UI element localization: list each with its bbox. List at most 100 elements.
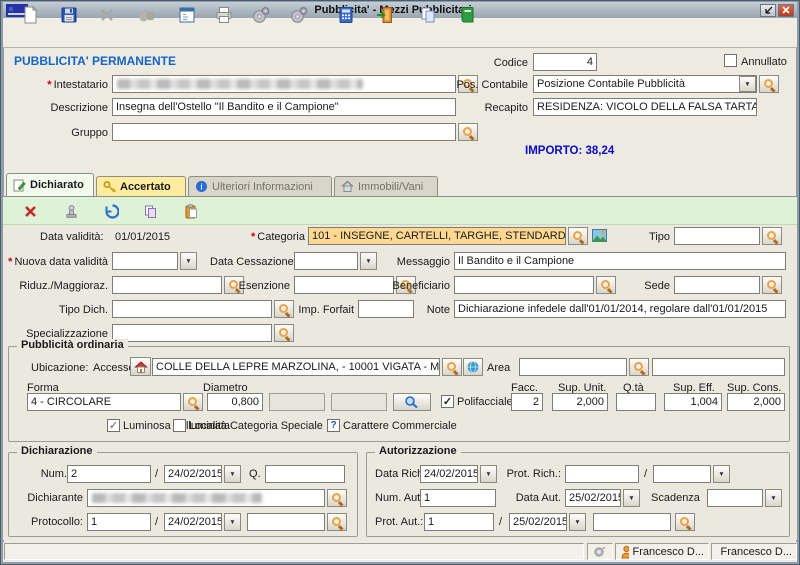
ubicazione-lookup-button[interactable] [442, 358, 462, 376]
delete-icon[interactable] [95, 3, 119, 27]
security-icon[interactable] [455, 3, 479, 27]
polifacciale-checkbox[interactable] [441, 395, 454, 408]
luminosa-checkbox[interactable] [107, 419, 120, 432]
pos-contabile-combo[interactable]: Posizione Contabile Pubblicità [533, 75, 757, 93]
sup-cons-field[interactable]: 2,000 [727, 393, 785, 411]
accesso-house-button[interactable] [130, 357, 151, 376]
num-field[interactable]: 2 [67, 465, 151, 483]
tab-immobili-vani[interactable]: Immobili/Vani [334, 176, 438, 196]
utility-disc-2-icon[interactable] [287, 3, 311, 27]
forma-field[interactable]: 4 - CIRCOLARE [27, 393, 181, 411]
categoria-image-icon[interactable] [592, 229, 607, 242]
protocollo-lookup-button[interactable] [327, 513, 347, 531]
new-record-icon[interactable] [18, 3, 42, 27]
stamp-icon[interactable] [63, 203, 79, 219]
beneficiario-field[interactable] [454, 276, 594, 294]
undo-icon[interactable] [103, 203, 119, 219]
pos-contabile-lookup-button[interactable] [759, 75, 779, 93]
save-icon[interactable] [57, 3, 81, 27]
scadenza-field[interactable] [707, 489, 763, 507]
beneficiario-lookup-button[interactable] [596, 276, 616, 294]
status-user-panel-2[interactable]: i Francesco D... [711, 543, 797, 560]
qta-field[interactable] [616, 393, 656, 411]
status-user-panel-1[interactable]: Francesco D... [615, 543, 709, 560]
tab-ulteriori-informazioni[interactable]: i Ulteriori Informazioni [188, 176, 332, 196]
exit-icon[interactable] [373, 3, 397, 27]
gruppo-lookup-button[interactable] [458, 123, 478, 141]
prot-aut-date-field[interactable]: 25/02/2015 [509, 513, 567, 531]
num-date-field[interactable]: 24/02/2015 [164, 465, 222, 483]
find-icon[interactable] [135, 3, 159, 27]
protocollo-date-field[interactable]: 24/02/2015 [164, 513, 222, 531]
tipo-field[interactable] [674, 227, 760, 245]
dichiarante-field[interactable] [87, 489, 325, 507]
specializzazione-lookup-button[interactable] [274, 324, 294, 342]
map-globe-button[interactable] [463, 358, 483, 376]
sup-eff-field[interactable]: 1,004 [664, 393, 722, 411]
sup-unit-field[interactable]: 2,000 [552, 393, 608, 411]
prot-aut-lookup-button[interactable] [675, 513, 695, 531]
localita-checkbox[interactable] [173, 419, 186, 432]
tipo-lookup-button[interactable] [762, 227, 782, 245]
descrizione-field[interactable]: Insegna dell'Ostello "Il Bandito e il Ca… [112, 98, 456, 116]
messaggio-field[interactable]: Il Bandito e il Campione [454, 252, 786, 270]
close-button[interactable] [778, 4, 794, 17]
gruppo-field[interactable] [112, 123, 456, 141]
prot-aut-field[interactable]: 1 [424, 513, 494, 531]
delete-row-icon[interactable] [22, 203, 38, 219]
prot-aut-extra-field[interactable] [593, 513, 671, 531]
prot-rich-dropdown-button[interactable] [713, 465, 730, 483]
copy-pages-icon[interactable] [142, 203, 158, 219]
imp-forfait-field[interactable] [358, 300, 414, 318]
q-field[interactable] [265, 465, 345, 483]
data-aut-field[interactable]: 25/02/2015 [565, 489, 621, 507]
restore-button[interactable] [760, 4, 776, 17]
protocollo-date-dropdown-button[interactable] [224, 513, 241, 531]
nuova-data-field[interactable] [112, 252, 178, 270]
note-field[interactable]: Dichiarazione infedele dall'01/01/2014, … [454, 300, 786, 318]
diametro-field[interactable]: 0,800 [207, 393, 263, 411]
sede-lookup-button[interactable] [762, 276, 782, 294]
pos-contabile-dropdown-button[interactable] [739, 76, 756, 92]
categoria-lookup-button[interactable] [568, 227, 588, 245]
zoom-detail-button[interactable] [393, 393, 431, 411]
carattere-commerciale-checkbox[interactable] [327, 419, 340, 432]
data-rich-field[interactable]: 24/02/2015 [420, 465, 478, 483]
paste-icon[interactable] [183, 203, 199, 219]
annullato-checkbox[interactable] [724, 54, 737, 67]
protocollo-extra-field[interactable] [247, 513, 325, 531]
scadenza-dropdown-button[interactable] [765, 489, 782, 507]
nuova-data-dropdown-button[interactable] [180, 252, 197, 270]
utility-disc-1-icon[interactable] [249, 3, 273, 27]
tab-dichiarato[interactable]: Dichiarato [6, 173, 94, 196]
calculator-icon[interactable] [334, 3, 358, 27]
categoria-field[interactable]: 101 - INSEGNE, CARTELLI, TARGHE, STENDAR… [308, 227, 566, 245]
area-description-field[interactable] [652, 358, 785, 376]
copy-record-icon[interactable] [416, 3, 440, 27]
facc-field[interactable]: 2 [511, 393, 543, 411]
prot-rich-date-field[interactable] [653, 465, 711, 483]
intestatario-field[interactable] [112, 75, 456, 93]
sede-field[interactable] [674, 276, 760, 294]
area-field[interactable] [519, 358, 627, 376]
specializzazione-field[interactable] [112, 324, 272, 342]
data-cessazione-dropdown-button[interactable] [360, 252, 377, 270]
recapito-field[interactable]: RESIDENZA: VICOLO DELLA FALSA TARTARUGA,… [533, 98, 757, 116]
data-cessazione-field[interactable] [294, 252, 358, 270]
area-lookup-button[interactable] [629, 358, 649, 376]
ubicazione-field[interactable]: COLLE DELLA LEPRE MARZOLINA, - 10001 VIG… [152, 358, 440, 376]
protocollo-field[interactable]: 1 [87, 513, 151, 531]
status-tool-panel[interactable] [587, 543, 613, 560]
print-icon[interactable] [212, 3, 236, 27]
num-date-dropdown-button[interactable] [224, 465, 241, 483]
prot-rich-field[interactable] [565, 465, 639, 483]
prot-aut-dropdown-button[interactable] [569, 513, 586, 531]
codice-field[interactable]: 4 [533, 53, 597, 71]
riduz-field[interactable] [112, 276, 222, 294]
esenzione-field[interactable] [294, 276, 394, 294]
forma-lookup-button[interactable] [183, 393, 203, 411]
tipo-dich-lookup-button[interactable] [274, 300, 294, 318]
data-rich-dropdown-button[interactable] [480, 465, 497, 483]
dichiarante-lookup-button[interactable] [327, 489, 347, 507]
data-aut-dropdown-button[interactable] [623, 489, 640, 507]
